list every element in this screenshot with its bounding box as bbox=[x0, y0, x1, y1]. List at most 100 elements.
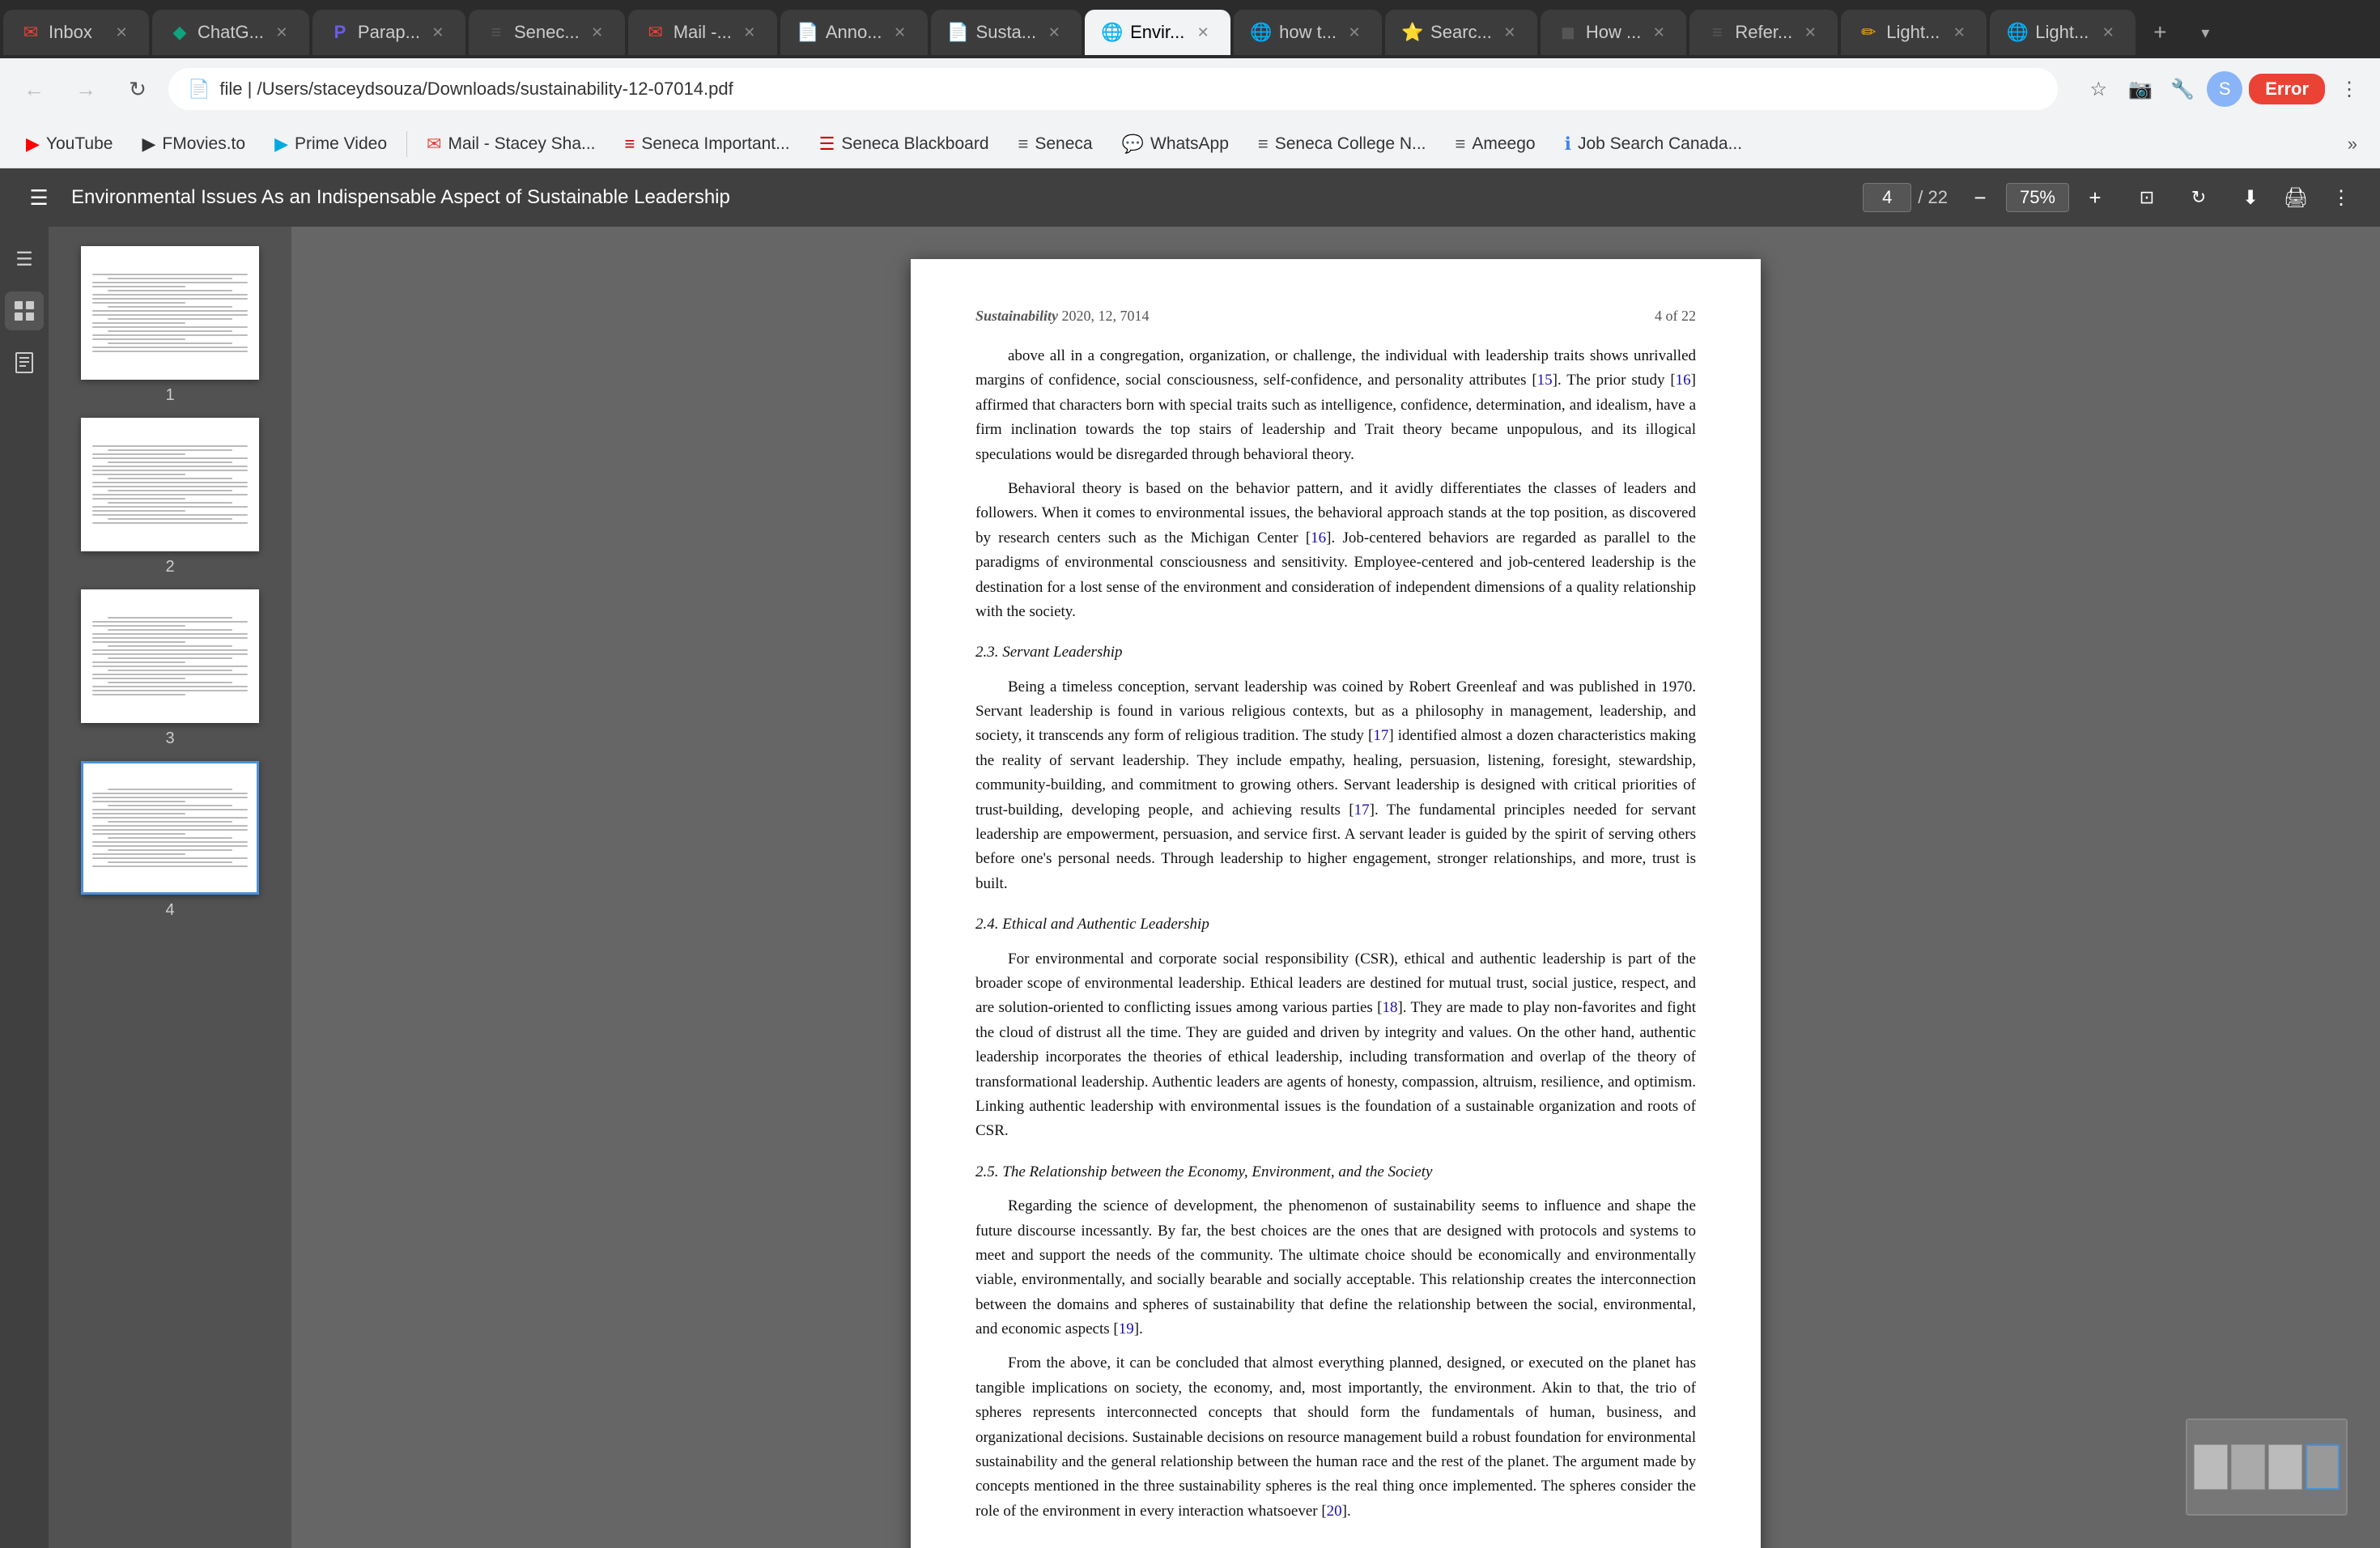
zoom-out-button[interactable]: − bbox=[1961, 178, 2000, 217]
pdf-body: above all in a congregation, organizatio… bbox=[975, 344, 1696, 1524]
pdf-thumb-2[interactable]: 2 bbox=[49, 411, 291, 583]
bookmark-mail[interactable]: ✉ Mail - Stacey Sha... bbox=[414, 129, 609, 159]
pdf-thumb-4[interactable]: 4 bbox=[49, 755, 291, 926]
tab-senec1-close[interactable]: ✕ bbox=[586, 21, 609, 44]
error-badge[interactable]: Error bbox=[2249, 74, 2325, 104]
new-tab-button[interactable]: + bbox=[2139, 11, 2181, 53]
tab-refer[interactable]: ≡ Refer... ✕ bbox=[1689, 10, 1838, 55]
bookmark-seneca-bb[interactable]: ☰ Seneca Blackboard bbox=[806, 129, 1002, 159]
seneca-imp-icon: ≡ bbox=[625, 134, 635, 155]
bookmark-fmovies[interactable]: ▶ FMovies.to bbox=[129, 129, 258, 159]
tab-light1-close[interactable]: ✕ bbox=[1948, 21, 1970, 44]
tab-how2-close[interactable]: ✕ bbox=[1647, 21, 1670, 44]
tab-how2[interactable]: ◼ How ... ✕ bbox=[1541, 10, 1686, 55]
ref-17[interactable]: 17 bbox=[1373, 727, 1388, 744]
seneca-icon: ≡ bbox=[1018, 134, 1029, 155]
tab-light2-close[interactable]: ✕ bbox=[2097, 21, 2119, 44]
pdf-thumb-3[interactable]: 3 bbox=[49, 583, 291, 755]
tab-susta-close[interactable]: ✕ bbox=[1043, 21, 1065, 44]
tab-para-close[interactable]: ✕ bbox=[427, 21, 449, 44]
seneca-n-icon: ≡ bbox=[1258, 134, 1269, 155]
tab-mail-close[interactable]: ✕ bbox=[738, 21, 761, 44]
ref-16b[interactable]: 16 bbox=[1311, 529, 1326, 546]
tab-inbox[interactable]: ✉ Inbox ✕ bbox=[3, 10, 149, 55]
tab-light2[interactable]: 🌐 Light... ✕ bbox=[1990, 10, 2136, 55]
bookmark-seneca[interactable]: ≡ Seneca bbox=[1005, 129, 1106, 159]
pdf-menu-button[interactable]: ☰ bbox=[19, 178, 58, 217]
tab-susta[interactable]: 📄 Susta... ✕ bbox=[931, 10, 1082, 55]
zoom-in-button[interactable]: + bbox=[2076, 178, 2114, 217]
ref-16[interactable]: 16 bbox=[1676, 372, 1691, 389]
bookmark-seneca-n[interactable]: ≡ Seneca College N... bbox=[1245, 129, 1439, 159]
pdf-left-panel: ☰ bbox=[0, 227, 49, 1548]
bookmark-prime[interactable]: ▶ Prime Video bbox=[261, 129, 400, 159]
tab-envir-label: Envir... bbox=[1130, 22, 1185, 43]
reload-button[interactable]: ↻ bbox=[117, 68, 159, 110]
print-button[interactable]: 🖨 bbox=[2276, 178, 2315, 217]
browser-chrome: ✉ Inbox ✕ ◆ ChatG... ✕ P Parap... ✕ ≡ Se… bbox=[0, 0, 2380, 168]
pdf-page-number[interactable] bbox=[1863, 183, 1911, 212]
extension-icon[interactable]: 🔧 bbox=[2165, 71, 2200, 107]
tab-anno[interactable]: 📄 Anno... ✕ bbox=[780, 10, 928, 55]
back-button[interactable]: ← bbox=[13, 68, 55, 110]
pdf-thumb-1[interactable]: 1 bbox=[49, 240, 291, 411]
pdf-thumb-1-img bbox=[81, 246, 259, 380]
tab-envir-close[interactable]: ✕ bbox=[1192, 21, 1214, 44]
tab-bar: ✉ Inbox ✕ ◆ ChatG... ✕ P Parap... ✕ ≡ Se… bbox=[0, 0, 2380, 58]
url-text: file | /Users/staceydsouza/Downloads/sus… bbox=[219, 79, 2038, 100]
pdf-heading-24: 2.4. Ethical and Authentic Leadership bbox=[975, 912, 1696, 937]
tab-chat[interactable]: ◆ ChatG... ✕ bbox=[152, 10, 309, 55]
ref-20[interactable]: 20 bbox=[1327, 1503, 1342, 1520]
settings-icon[interactable]: ⋮ bbox=[2331, 71, 2367, 107]
tab-envir[interactable]: 🌐 Envir... ✕ bbox=[1085, 10, 1230, 55]
bookmark-ameego[interactable]: ≡ Ameego bbox=[1443, 129, 1549, 159]
pdf-bookmarks-button[interactable] bbox=[5, 343, 44, 382]
bookmarks-more-button[interactable]: » bbox=[2338, 130, 2367, 158]
pdf-sidebar[interactable]: 1 bbox=[49, 227, 291, 1548]
tab-refer-close[interactable]: ✕ bbox=[1799, 21, 1821, 44]
bookmark-job[interactable]: ℹ Job Search Canada... bbox=[1552, 129, 1756, 159]
chatg-icon: ◆ bbox=[168, 21, 191, 44]
tab-how-close[interactable]: ✕ bbox=[1343, 21, 1366, 44]
pdf-thumb-2-label: 2 bbox=[165, 558, 174, 576]
tab-mail[interactable]: ✉ Mail -... ✕ bbox=[628, 10, 777, 55]
tab-anno-close[interactable]: ✕ bbox=[889, 21, 912, 44]
tab-how-label: how t... bbox=[1279, 22, 1337, 43]
bookmark-star-icon[interactable]: ☆ bbox=[2080, 71, 2116, 107]
download-button[interactable]: ⬇ bbox=[2231, 178, 2270, 217]
tab-strip-menu[interactable]: ▾ bbox=[2184, 11, 2226, 53]
more-options-button[interactable]: ⋮ bbox=[2322, 178, 2361, 217]
pdf-page-input: / 22 bbox=[1863, 183, 1948, 212]
ref-17b[interactable]: 17 bbox=[1354, 802, 1370, 819]
ref-19[interactable]: 19 bbox=[1119, 1320, 1134, 1337]
pdf-thumb-4-img bbox=[81, 761, 259, 895]
tab-para[interactable]: P Parap... ✕ bbox=[312, 10, 465, 55]
ref-15[interactable]: 15 bbox=[1537, 372, 1553, 389]
mail-icon: ✉ bbox=[644, 21, 667, 44]
tab-chat-close[interactable]: ✕ bbox=[270, 21, 293, 44]
bookmark-youtube-label: YouTube bbox=[46, 134, 113, 154]
pdf-page-content: Sustainability 2020, 12, 7014 4 of 22 ab… bbox=[911, 259, 1761, 1548]
bookmark-whatsapp[interactable]: 💬 WhatsApp bbox=[1109, 129, 1242, 159]
tab-light1[interactable]: ✏ Light... ✕ bbox=[1841, 10, 1987, 55]
ref-18[interactable]: 18 bbox=[1382, 999, 1397, 1016]
address-bar: ← → ↻ 📄 file | /Users/staceydsouza/Downl… bbox=[0, 58, 2380, 120]
tab-inbox-close[interactable]: ✕ bbox=[110, 21, 133, 44]
tab-senec1[interactable]: ≡ Senec... ✕ bbox=[469, 10, 625, 55]
tab-searc[interactable]: ⭐ Searc... ✕ bbox=[1385, 10, 1537, 55]
pdf-thumbnails-button[interactable] bbox=[5, 291, 44, 330]
bookmark-youtube[interactable]: ▶ YouTube bbox=[13, 129, 125, 159]
screenshot-icon[interactable]: 📷 bbox=[2123, 71, 2158, 107]
address-input[interactable]: 📄 file | /Users/staceydsouza/Downloads/s… bbox=[168, 68, 2058, 110]
tab-how[interactable]: 🌐 how t... ✕ bbox=[1234, 10, 1382, 55]
senec1-icon: ≡ bbox=[485, 21, 508, 44]
bookmark-seneca-imp[interactable]: ≡ Seneca Important... bbox=[612, 129, 803, 159]
tab-searc-close[interactable]: ✕ bbox=[1498, 21, 1521, 44]
fit-page-button[interactable]: ⊡ bbox=[2127, 178, 2166, 217]
forward-button[interactable]: → bbox=[65, 68, 107, 110]
profile-menu-icon[interactable]: S bbox=[2207, 71, 2242, 107]
rotate-button[interactable]: ↻ bbox=[2179, 178, 2218, 217]
pdf-main[interactable]: Sustainability 2020, 12, 7014 4 of 22 ab… bbox=[291, 227, 2380, 1548]
pdf-toc-button[interactable]: ☰ bbox=[5, 240, 44, 279]
pdf-para-1: above all in a congregation, organizatio… bbox=[975, 344, 1696, 467]
